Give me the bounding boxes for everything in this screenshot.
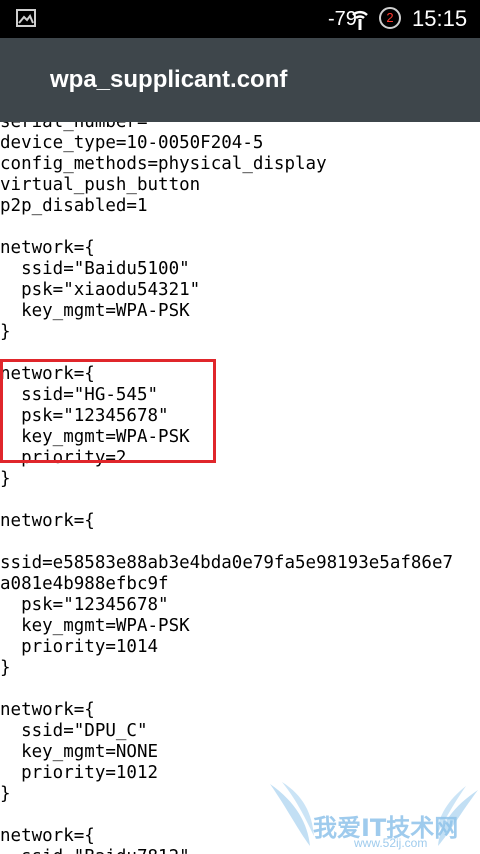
file-line (0, 679, 453, 700)
file-line: } (0, 658, 11, 678)
file-line: a081e4b988efbc9f (0, 574, 169, 594)
file-line: psk="12345678" (0, 595, 169, 615)
file-line: priority=1014 (0, 637, 159, 657)
file-line: ssid=e58583e88ab3e4bda0e79fa5e98193e5af8… (0, 553, 454, 573)
file-line: } (0, 322, 11, 342)
page-title: wpa_supplicant.conf (50, 66, 288, 93)
file-line: network={ (0, 700, 95, 720)
status-bar: -79 2 15:15 (0, 0, 480, 38)
file-line: psk="xiaodu54321" (0, 280, 201, 300)
notification-badge: 2 (379, 7, 401, 29)
action-bar: wpa_supplicant.conf (0, 38, 480, 122)
file-line (0, 217, 453, 238)
file-line: network={ (0, 511, 95, 531)
file-line: key_mgmt=WPA-PSK (0, 616, 190, 636)
wifi-icon (352, 10, 368, 30)
file-line: key_mgmt=WPA-PSK (0, 301, 190, 321)
file-line: virtual_push_button (0, 175, 201, 195)
clock: 15:15 (412, 6, 468, 31)
file-line: device_type=10-0050F204-5 (0, 133, 264, 153)
file-line: serial_number= (0, 122, 148, 132)
text-lines: serial_number= device_type=10-0050F204-5 c… (0, 122, 453, 854)
highlight-box (0, 359, 216, 463)
file-line (0, 532, 453, 553)
file-line: key_mgmt=NONE (0, 742, 159, 762)
file-line: p2p_disabled=1 (0, 196, 148, 216)
watermark-url: www.52ij.com (354, 836, 428, 850)
file-line: config_methods=physical_display (0, 154, 327, 174)
file-line: ssid="Baidu5100" (0, 259, 190, 279)
file-line: network={ (0, 238, 95, 258)
file-line (0, 490, 453, 511)
image-icon (16, 9, 36, 27)
file-content[interactable]: serial_number= device_type=10-0050F204-5 c… (0, 122, 480, 854)
file-line: } (0, 469, 11, 489)
file-line: ssid="DPU_C" (0, 721, 148, 741)
